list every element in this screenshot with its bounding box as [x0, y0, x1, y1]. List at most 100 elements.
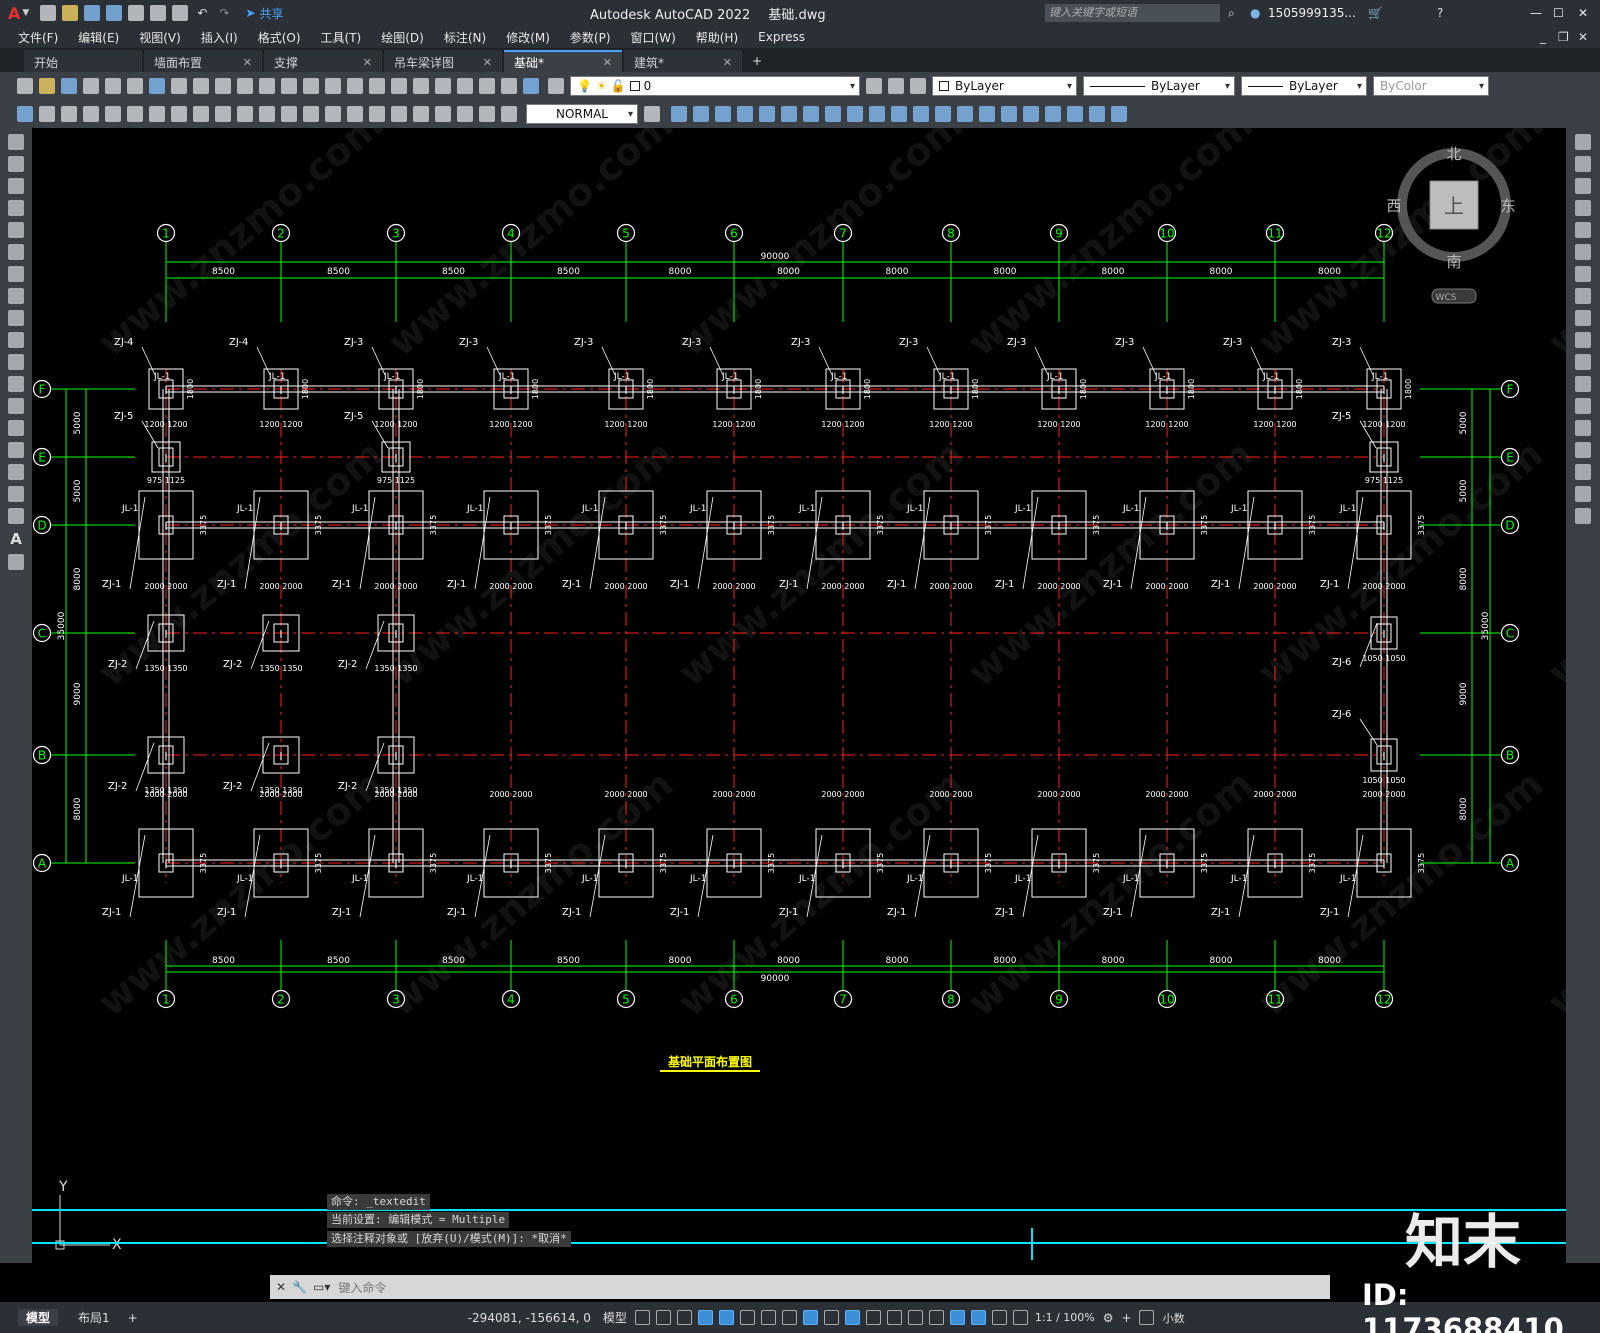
menu-help[interactable]: 帮助(H)	[686, 29, 748, 46]
arc-icon[interactable]	[8, 244, 24, 260]
jogged-linear-icon[interactable]	[435, 106, 451, 122]
cylinder-icon[interactable]	[693, 106, 709, 122]
section-icon[interactable]	[1023, 106, 1039, 122]
user-name[interactable]: 1505999135...	[1268, 6, 1356, 20]
presspull-icon[interactable]	[979, 106, 995, 122]
isometric-icon[interactable]	[760, 1310, 776, 1325]
gizmo-icon[interactable]	[949, 1310, 965, 1325]
ortho-icon[interactable]	[718, 1310, 734, 1325]
menu-view[interactable]: 视图(V)	[129, 29, 191, 46]
copy-icon[interactable]	[193, 78, 209, 94]
polygon-icon[interactable]	[8, 200, 24, 216]
design-center-icon[interactable]	[413, 78, 429, 94]
copy-object-icon[interactable]	[1575, 156, 1591, 172]
plot-preview-icon[interactable]	[128, 5, 145, 21]
menu-file[interactable]: 文件(F)	[8, 29, 68, 46]
blend-curves-icon[interactable]	[1575, 486, 1591, 502]
cart-icon[interactable]: 🛒	[1368, 6, 1383, 20]
rotate-icon[interactable]	[1575, 266, 1591, 282]
quick-dim-icon[interactable]	[259, 106, 275, 122]
maximize-icon[interactable]: ☐	[1553, 6, 1564, 20]
selection-cycling-icon[interactable]	[865, 1310, 881, 1325]
model-space-toggle[interactable]: 模型	[603, 1309, 627, 1326]
app-menu-arrow-icon[interactable]: ▼	[22, 8, 29, 18]
extrude-icon[interactable]	[825, 106, 841, 122]
radius-dim-icon[interactable]	[171, 106, 187, 122]
tab-wall-layout[interactable]: 墙面布置 ✕	[144, 50, 262, 72]
3d-align-icon[interactable]	[1089, 106, 1105, 122]
linetype-dropdown[interactable]: ByLayer	[1083, 76, 1235, 96]
qnew-icon[interactable]	[17, 78, 33, 94]
grid-icon[interactable]	[634, 1310, 650, 1325]
dim-text-edit-icon[interactable]	[479, 106, 495, 122]
new-file-icon[interactable]	[40, 5, 57, 21]
tab-model[interactable]: 模型	[18, 1309, 59, 1326]
layer-previous-icon[interactable]	[888, 78, 904, 94]
tab-foundation[interactable]: 基础* ✕	[504, 50, 622, 72]
add-layout-icon[interactable]: +	[128, 1311, 138, 1325]
undo-icon[interactable]	[259, 78, 275, 94]
trim-icon[interactable]	[1575, 332, 1591, 348]
layer-iso-icon[interactable]	[39, 106, 55, 122]
3d-move-icon[interactable]	[1045, 106, 1061, 122]
polyline-icon[interactable]	[8, 178, 24, 194]
tool-palettes-icon[interactable]	[435, 78, 451, 94]
revolve-icon[interactable]	[847, 106, 863, 122]
plotstyle-dropdown[interactable]: ByColor	[1373, 76, 1489, 96]
jogged-dim-icon[interactable]	[193, 106, 209, 122]
gradient-icon[interactable]	[8, 464, 24, 480]
close-icon[interactable]: ✕	[1578, 6, 1588, 20]
tab-bracing[interactable]: 支撑 ✕	[264, 50, 382, 72]
save-icon[interactable]	[61, 78, 77, 94]
command-input[interactable]: ✕ 🔧 ▭▾ 键入命令	[270, 1275, 1330, 1299]
tolerance-icon[interactable]	[369, 106, 385, 122]
close-tab-icon[interactable]: ✕	[603, 56, 612, 69]
3d-osnap-icon[interactable]	[886, 1310, 902, 1325]
zoom-previous-icon[interactable]	[369, 78, 385, 94]
box-icon[interactable]	[671, 106, 687, 122]
layer-dropdown[interactable]: 💡 ☀ 🔓 0	[570, 76, 860, 96]
stretch-icon[interactable]	[1575, 310, 1591, 326]
cut-icon[interactable]	[171, 78, 187, 94]
annotation-visibility-icon[interactable]	[970, 1310, 986, 1325]
foundation-plan-drawing[interactable]: www.znzmo.comwww.znzmo.comwww.znzmo.comw…	[32, 128, 1566, 1263]
subtract-icon[interactable]	[935, 106, 951, 122]
menu-dimension[interactable]: 标注(N)	[434, 29, 496, 46]
layer-walk-icon[interactable]	[61, 106, 77, 122]
layer-tool-icon[interactable]	[17, 106, 33, 122]
open-icon[interactable]	[39, 78, 55, 94]
tab-crane-beam[interactable]: 吊车梁详图 ✕	[384, 50, 502, 72]
paste-icon[interactable]	[215, 78, 231, 94]
torus-icon[interactable]	[803, 106, 819, 122]
aligned-dim-icon[interactable]	[105, 106, 121, 122]
ellipse-icon[interactable]	[8, 332, 24, 348]
cone-icon[interactable]	[715, 106, 731, 122]
share-icon[interactable]: ➤	[245, 6, 255, 20]
mtext-icon[interactable]: A	[0, 530, 32, 548]
intersect-icon[interactable]	[957, 106, 973, 122]
menu-window[interactable]: 窗口(W)	[621, 29, 686, 46]
menu-format[interactable]: 格式(O)	[248, 29, 311, 46]
minimize-icon[interactable]: —	[1530, 6, 1542, 20]
explode-icon[interactable]	[1575, 508, 1591, 524]
region-icon[interactable]	[8, 486, 24, 502]
quick-properties-icon[interactable]	[1138, 1310, 1154, 1325]
redo-icon[interactable]: ↷	[219, 6, 229, 20]
close-tab-icon[interactable]: ✕	[483, 56, 492, 69]
circle-icon[interactable]	[8, 266, 24, 282]
zoom-window-icon[interactable]	[347, 78, 363, 94]
point-icon[interactable]	[8, 420, 24, 436]
tab-layout1[interactable]: 布局1	[70, 1309, 118, 1326]
sphere-icon[interactable]	[737, 106, 753, 122]
rectangle-icon[interactable]	[8, 222, 24, 238]
doc-minimize-icon[interactable]: _	[1540, 30, 1546, 44]
color-dropdown[interactable]: ByLayer	[932, 76, 1077, 96]
dynamic-ucs-icon[interactable]	[907, 1310, 923, 1325]
user-icon[interactable]: ●	[1250, 6, 1260, 20]
move-icon[interactable]	[1575, 244, 1591, 260]
auto-scale-icon[interactable]	[991, 1310, 1007, 1325]
dynamic-input-icon[interactable]	[697, 1310, 713, 1325]
publish-icon[interactable]	[127, 78, 143, 94]
plot-icon[interactable]	[83, 78, 99, 94]
arc-length-icon[interactable]	[127, 106, 143, 122]
